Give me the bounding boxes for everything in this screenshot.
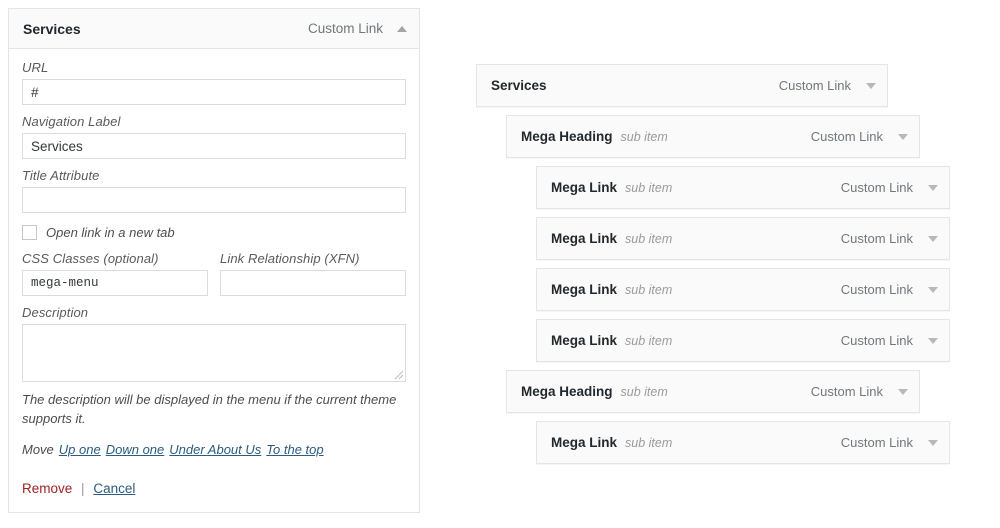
chevron-down-icon[interactable] [928,338,938,344]
css-xfn-row: CSS Classes (optional) Link Relationship… [22,251,406,296]
remove-button[interactable]: Remove [22,481,72,496]
move-up-one-link[interactable]: Up one [59,442,101,457]
menu-item-type: Custom Link [841,282,913,297]
menu-item-row[interactable]: Services Custom Link [476,64,888,107]
chevron-down-icon[interactable] [928,185,938,191]
description-field-group: Description [22,305,406,382]
menu-item-type: Custom Link [841,180,913,195]
move-label: Move [22,442,54,457]
move-down-one-link[interactable]: Down one [106,442,165,457]
edit-panel-body: URL Navigation Label Title Attribute Ope… [9,49,419,512]
url-label: URL [22,60,406,75]
menu-item-row[interactable]: Mega Link sub item Custom Link [536,217,950,260]
css-classes-input[interactable] [22,270,208,296]
menu-item-title: Mega Heading [521,129,613,144]
menu-item-type: Custom Link [841,333,913,348]
description-help-text: The description will be displayed in the… [22,391,406,429]
menu-item-row[interactable]: Mega Link sub item Custom Link [536,268,950,311]
move-links-row: Move Up one Down one Under About Us To the t… [22,442,406,457]
url-field-group: URL [22,60,406,105]
menu-item-sub-label: sub item [625,436,672,450]
menu-item-row[interactable]: Mega Link sub item Custom Link [536,166,950,209]
edit-panel-header[interactable]: Services Custom Link [9,9,419,49]
xfn-field-group: Link Relationship (XFN) [220,251,406,296]
menu-item-row[interactable]: Mega Heading sub item Custom Link [506,115,920,158]
navigation-label-input[interactable] [22,133,406,159]
menu-item-edit-panel: Services Custom Link URL Navigation Labe… [8,8,420,513]
title-attribute-field-group: Title Attribute [22,168,406,213]
menu-item-sub-label: sub item [621,385,668,399]
menu-item-title: Mega Link [551,435,617,450]
edit-panel-title: Services [23,21,308,37]
chevron-down-icon[interactable] [928,236,938,242]
edit-panel-item-type: Custom Link [308,21,383,36]
move-under-link[interactable]: Under About Us [169,442,261,457]
menu-item-type: Custom Link [841,435,913,450]
menu-item-type: Custom Link [811,384,883,399]
menu-item-row[interactable]: Mega Link sub item Custom Link [536,421,950,464]
description-label: Description [22,305,406,320]
open-in-new-tab-row[interactable]: Open link in a new tab [22,225,406,240]
menu-item-row[interactable]: Mega Link sub item Custom Link [536,319,950,362]
xfn-input[interactable] [220,270,406,296]
menu-item-sub-label: sub item [625,334,672,348]
menu-item-sub-label: sub item [625,283,672,297]
menu-item-title: Mega Heading [521,384,613,399]
navigation-label-field-group: Navigation Label [22,114,406,159]
chevron-down-icon[interactable] [928,287,938,293]
xfn-label: Link Relationship (XFN) [220,251,406,266]
description-textarea[interactable] [22,324,406,382]
menu-item-title: Mega Link [551,231,617,246]
open-in-new-tab-checkbox[interactable] [22,225,37,240]
cancel-button[interactable]: Cancel [93,481,135,496]
chevron-up-icon[interactable] [397,26,407,32]
title-attribute-input[interactable] [22,187,406,213]
css-classes-label: CSS Classes (optional) [22,251,208,266]
chevron-down-icon[interactable] [898,134,908,140]
open-in-new-tab-label: Open link in a new tab [46,225,175,240]
chevron-down-icon[interactable] [898,389,908,395]
menu-item-type: Custom Link [811,129,883,144]
move-to-top-link[interactable]: To the top [266,442,323,457]
url-input[interactable] [22,79,406,105]
menu-item-title: Mega Link [551,180,617,195]
css-classes-field-group: CSS Classes (optional) [22,251,208,296]
menu-item-type: Custom Link [841,231,913,246]
menu-item-title: Mega Link [551,282,617,297]
title-attribute-label: Title Attribute [22,168,406,183]
navigation-label-label: Navigation Label [22,114,406,129]
menu-item-title: Mega Link [551,333,617,348]
menu-item-sub-label: sub item [625,232,672,246]
menu-item-sub-label: sub item [621,130,668,144]
menu-item-row[interactable]: Mega Heading sub item Custom Link [506,370,920,413]
menu-item-sub-label: sub item [625,181,672,195]
chevron-down-icon[interactable] [928,440,938,446]
menu-item-type: Custom Link [779,78,851,93]
menu-item-title: Services [491,78,547,93]
edit-panel-actions: Remove | Cancel [22,481,406,496]
actions-separator: | [81,481,85,496]
chevron-down-icon[interactable] [866,83,876,89]
